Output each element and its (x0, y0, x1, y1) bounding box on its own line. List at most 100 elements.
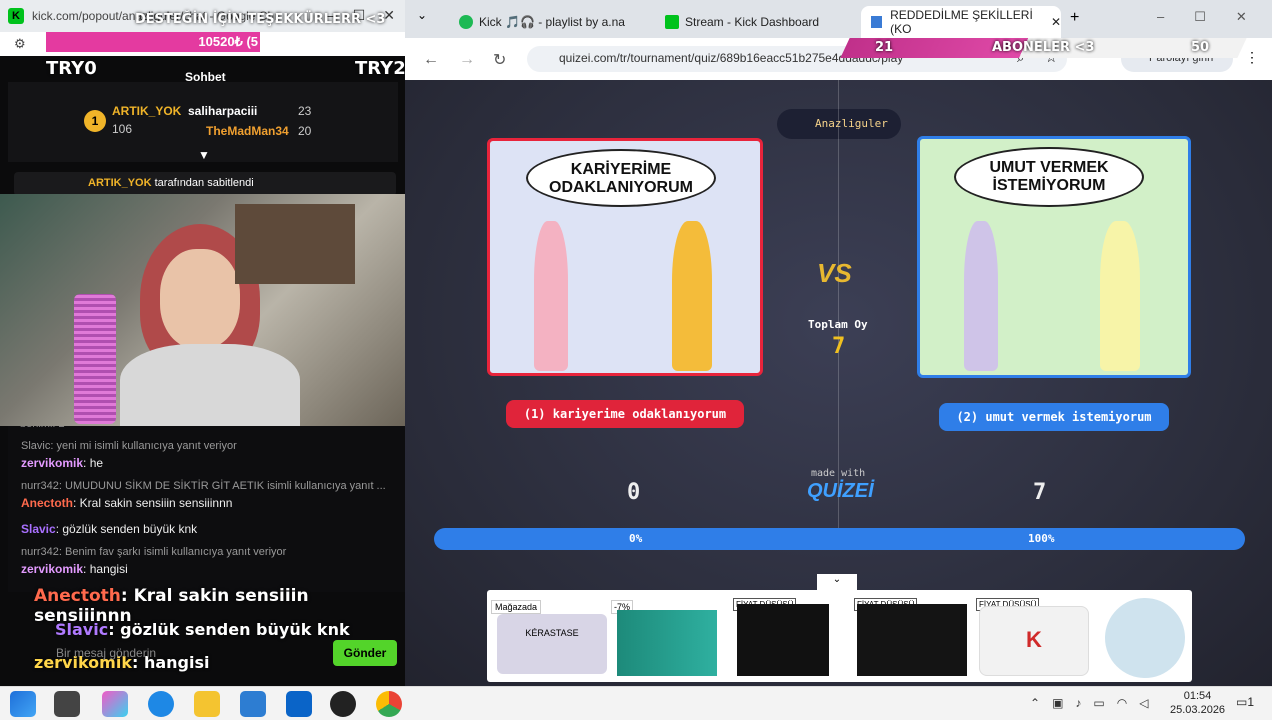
tab-quiz[interactable]: REDDEDİLME ŞEKİLLERİ (KO ✕ (861, 6, 1061, 38)
product-jar: KÉRASTASE (497, 614, 607, 674)
product-black-set (857, 604, 967, 676)
bubble-line: İSTEMİYORUM (992, 177, 1106, 194)
close-tab-icon[interactable]: ✕ (1051, 15, 1061, 29)
bubble-line: KARİYERİME (570, 161, 672, 178)
battery-tray-icon[interactable]: ▭ (1093, 696, 1104, 710)
option-2-votes: 7 (1033, 480, 1047, 505)
top-gifter-name[interactable]: ARTIK_YOK (112, 104, 181, 118)
sub-right: 50 (1191, 40, 1210, 55)
option-2-percent: 100% (1028, 532, 1055, 545)
try-right: TRY20000 (355, 58, 405, 79)
creator-chip[interactable]: Anazliguler (777, 109, 901, 139)
made-with: made with (811, 468, 866, 479)
site-settings-icon[interactable]: ⚙ (14, 36, 26, 52)
option-1-percent: 0% (629, 532, 643, 545)
option-1-votes: 0 (627, 480, 641, 505)
file-explorer-icon[interactable] (194, 691, 220, 717)
chat-text: gözlük senden büyük knk (62, 522, 198, 536)
pinned-message[interactable]: ARTIK_YOK tarafından sabitlendi (14, 172, 396, 196)
collapse-icon[interactable]: ▼ (198, 148, 210, 162)
store-badge: Mağazada (491, 600, 542, 614)
goal-progress-bar: 10520₺ (5 (46, 32, 260, 52)
minimize-icon[interactable]: – (1157, 9, 1164, 25)
maximize-icon[interactable]: ☐ (1194, 9, 1206, 25)
time: 01:54 (1183, 690, 1212, 702)
expand-ad-icon[interactable]: ⌄ (817, 574, 857, 590)
back-icon[interactable]: ← (423, 51, 439, 69)
leaderboard: 1 ARTIK_YOK 106 saliharpaciii 23 TheMadM… (8, 82, 398, 162)
vs-badge: VS (817, 258, 852, 288)
result-bar: 0% 100% (434, 528, 1245, 550)
gifter-3-score: 20 (298, 124, 312, 138)
ov-user: Anectoth (34, 586, 121, 606)
gifter-3-name[interactable]: TheMadMan34 (206, 124, 289, 138)
tab-list-icon[interactable]: ⌄ (417, 8, 427, 22)
chat-popout-window: K kick.com/popout/anazliguler/chat - Goo… (0, 0, 405, 686)
quizei-icon (871, 16, 883, 28)
product-bottles (617, 610, 717, 676)
option-2-button[interactable]: (2) umut vermek istemiyorum (939, 403, 1169, 431)
new-tab-icon[interactable]: + (1070, 9, 1079, 27)
pinned-text: tarafından sabitlendi (154, 177, 254, 189)
copilot-icon[interactable] (102, 691, 128, 717)
task-view-icon[interactable] (54, 691, 80, 717)
ov-text: : gözlük senden büyük knk (108, 620, 350, 639)
person-face (160, 249, 240, 349)
windows-start-icon[interactable] (10, 691, 36, 717)
ov-user: Slavic (55, 620, 109, 639)
pinned-user: ARTIK_YOK (88, 177, 152, 189)
notification-icon[interactable]: ▭1 (1236, 695, 1254, 709)
reply-context: nurr342: UMUDUNU SİKM DE SİKTİR GİT AETI… (21, 480, 386, 492)
option-1-button[interactable]: (1) kariyerime odaklanıyorum (506, 400, 744, 428)
store-icon[interactable] (240, 691, 266, 717)
tab-label: REDDEDİLME ŞEKİLLERİ (KO (890, 8, 1033, 36)
chat-user[interactable]: Anectoth (21, 496, 73, 510)
sub-label: ABONELER <3 (992, 40, 1095, 55)
option-1-card[interactable]: KARİYERİME ODAKLANIYORUM (487, 138, 763, 376)
tray-chevron-icon[interactable]: ⌃ (1030, 696, 1040, 710)
product-white-jar: K (979, 606, 1089, 676)
chat-user[interactable]: zervikomik (21, 456, 83, 470)
tab-kick-playlist[interactable]: Kick 🎵🎧 - playlist by a.na (449, 6, 649, 38)
overlay-banner: DESTEĞİN İÇİN TEŞEKKÜRLERR <3 (135, 12, 386, 27)
total-label: Toplam Oy (808, 318, 868, 331)
total-votes: 7 (832, 334, 846, 359)
edge-icon[interactable] (148, 691, 174, 717)
gifter-2-name[interactable]: saliharpaciii (188, 104, 257, 118)
outlook-icon[interactable] (286, 691, 312, 717)
reply-context: Slavic: yeni mi isimli kullanıcıya yanıt… (21, 440, 237, 452)
chat-text: hangisi (89, 562, 128, 576)
menu-icon[interactable]: ⋮ (1245, 49, 1259, 66)
try-left: TRY0 (46, 58, 97, 79)
bubble-line: UMUT VERMEK (989, 159, 1109, 176)
option-2-card[interactable]: UMUT VERMEK İSTEMİYORUM (917, 136, 1191, 378)
tab-kick-dashboard[interactable]: Stream - Kick Dashboard (655, 6, 855, 38)
close-icon[interactable]: ✕ (1236, 9, 1247, 25)
product-black-box (737, 604, 829, 676)
ad-banner[interactable]: Mağazada KÉRASTASE -7% FİYAT DÜŞÜŞÜ FİYA… (487, 590, 1192, 682)
clock[interactable]: 01:54 25.03.2026 (1170, 689, 1225, 717)
forward-icon[interactable]: → (459, 51, 475, 69)
chat-text: he (89, 456, 104, 470)
mic-tray-icon[interactable]: ♪ (1075, 696, 1081, 710)
date: 25.03.2026 (1170, 704, 1226, 716)
obs-icon[interactable] (330, 691, 356, 717)
webcam-tray-icon[interactable]: ▣ (1052, 696, 1063, 710)
chat-user[interactable]: Slavic (21, 522, 56, 536)
spotify-icon (459, 15, 473, 29)
chat-user[interactable]: zervikomik (21, 562, 83, 576)
wifi-tray-icon[interactable]: ◠ (1117, 696, 1127, 710)
woman-figure (964, 221, 998, 371)
reply-context: nurr342: Benim fav şarkı isimli kullanıc… (21, 546, 287, 558)
kick-logo-icon: K (8, 8, 24, 24)
chat-input[interactable]: Bir mesaj gönderin (56, 646, 156, 660)
webcam-feed (0, 194, 405, 426)
reload-icon[interactable]: ↻ (493, 50, 506, 70)
woman-figure (534, 221, 568, 371)
quizei-logo: QUİZEİ (807, 480, 874, 502)
ad-logo-icon (1105, 598, 1185, 678)
send-button[interactable]: Gönder (333, 640, 397, 666)
chrome-icon[interactable] (376, 691, 402, 717)
volume-tray-icon[interactable]: ◁ (1139, 696, 1148, 710)
kick-icon (665, 15, 679, 29)
